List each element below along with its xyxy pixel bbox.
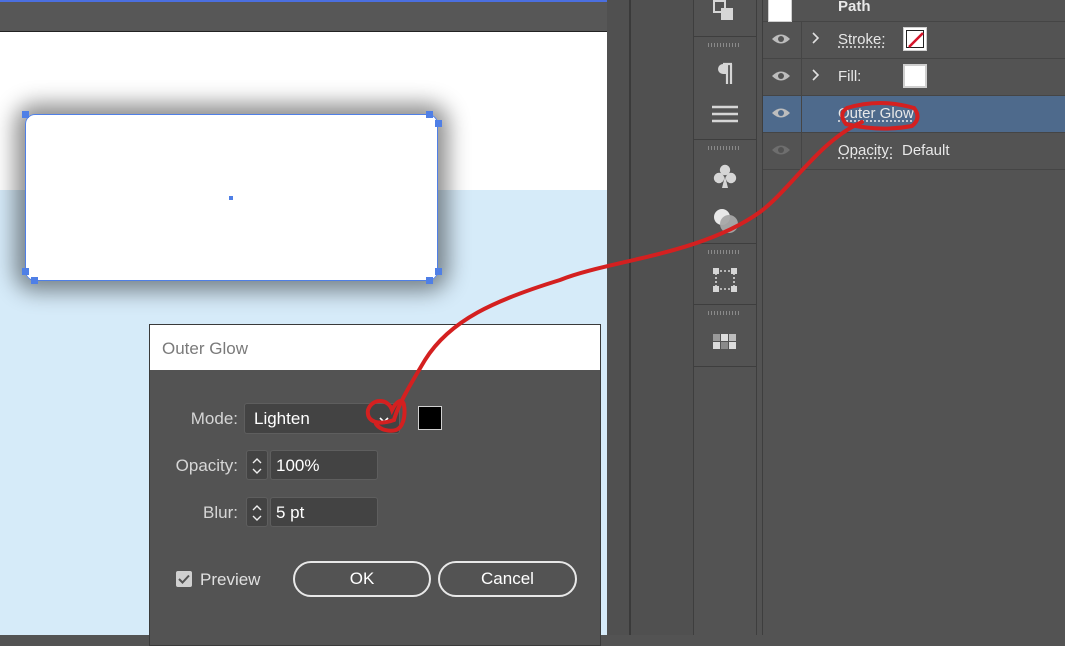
opacity-label: Opacity:	[175, 456, 238, 475]
fill-visibility-toggle[interactable]	[763, 59, 802, 95]
blur-stepper[interactable]	[246, 497, 268, 527]
mode-label: Mode:	[190, 409, 238, 428]
swatches-panel-button[interactable]	[694, 324, 756, 360]
appearance-row-fill[interactable]: Fill:	[763, 59, 1065, 96]
eye-icon	[772, 71, 790, 81]
eye-icon	[772, 145, 790, 155]
outer-glow-label[interactable]: Outer Glow	[838, 105, 914, 122]
blur-input-value: 5 pt	[276, 503, 305, 522]
panel-grip[interactable]	[708, 43, 740, 47]
toolstrip-divider	[694, 36, 756, 37]
stepper-arrows-icon	[252, 505, 262, 521]
canvas-top-bar	[0, 0, 607, 32]
selection-handle-bottom-right[interactable]	[435, 268, 442, 275]
transparency-panel-button[interactable]	[694, 202, 756, 238]
opacity-stepper[interactable]	[246, 450, 268, 480]
glow-color-swatch[interactable]	[418, 406, 442, 430]
canvas-accent-line	[0, 0, 607, 2]
toolstrip-divider	[694, 243, 756, 244]
transparency-icon	[714, 209, 738, 233]
mode-dropdown[interactable]: Lighten	[244, 403, 400, 434]
blur-input[interactable]: 5 pt	[270, 497, 378, 527]
preview-label[interactable]: Preview	[200, 570, 260, 590]
outer-glow-visibility-toggle[interactable]	[763, 96, 802, 132]
blur-label: Blur:	[203, 503, 238, 522]
transform-panel-button[interactable]	[694, 262, 756, 298]
mode-dropdown-value: Lighten	[254, 409, 310, 428]
align-icon	[712, 105, 738, 123]
checkmark-icon	[178, 574, 190, 584]
panel-icon-strip	[693, 0, 757, 635]
opacity-input-value: 100%	[276, 456, 320, 475]
selection-handle-bottom-left-inner[interactable]	[31, 277, 38, 284]
dock-divider[interactable]	[629, 0, 631, 635]
selection-handle-top-right[interactable]	[435, 120, 442, 127]
symbols-icon	[713, 164, 737, 188]
chevron-down-icon	[377, 412, 391, 432]
dialog-title-bar[interactable]: Outer Glow	[150, 325, 600, 370]
arrange-panel-button[interactable]	[694, 0, 756, 30]
appearance-row-path[interactable]: Path	[763, 0, 1065, 22]
selection-handle-bottom-right-inner[interactable]	[426, 277, 433, 284]
paragraph-panel-button[interactable]	[694, 56, 756, 92]
opacity-visibility-toggle[interactable]	[763, 133, 802, 169]
toolstrip-divider	[694, 304, 756, 305]
fill-color-swatch[interactable]	[903, 64, 927, 88]
eye-icon	[772, 108, 790, 118]
outer-glow-dialog: Outer Glow Mode: Lighten Opacity: 100% B…	[149, 324, 601, 646]
toolstrip-divider	[694, 366, 756, 367]
arrange-icon	[713, 0, 733, 20]
appearance-row-opacity[interactable]: Opacity: Default	[763, 133, 1065, 170]
selection-handle-top-left[interactable]	[22, 111, 29, 118]
panel-grip[interactable]	[708, 146, 740, 150]
appearance-row-outer-glow[interactable]: Outer Glow	[763, 96, 1065, 133]
cancel-button[interactable]: Cancel	[438, 561, 577, 597]
swatches-icon	[713, 334, 736, 349]
preview-checkbox[interactable]	[176, 571, 192, 587]
path-label: Path	[838, 0, 871, 15]
ok-button[interactable]: OK	[293, 561, 431, 597]
appearance-panel: Path Stroke: Fill: Outer Glow Opacity: D…	[762, 0, 1065, 635]
dialog-title: Outer Glow	[162, 339, 248, 358]
eye-icon	[772, 34, 790, 44]
panel-grip[interactable]	[708, 311, 740, 315]
selection-center-point	[229, 196, 233, 200]
selection-handle-top-right-inner[interactable]	[426, 111, 433, 118]
fill-label[interactable]: Fill:	[838, 68, 861, 85]
selection-handle-bottom-left[interactable]	[22, 268, 29, 275]
align-panel-button[interactable]	[694, 96, 756, 132]
toolstrip-divider	[694, 139, 756, 140]
appearance-row-stroke[interactable]: Stroke:	[763, 22, 1065, 59]
panel-dock-gutter	[607, 0, 693, 635]
transform-icon	[713, 268, 737, 292]
opacity-input[interactable]: 100%	[270, 450, 378, 480]
no-stroke-slash-icon	[908, 32, 924, 48]
stroke-color-swatch[interactable]	[903, 27, 927, 51]
panel-grip[interactable]	[708, 250, 740, 254]
opacity-value: Default	[902, 142, 950, 159]
chevron-right-icon[interactable]	[810, 68, 820, 87]
chevron-right-icon[interactable]	[810, 31, 820, 50]
stroke-label[interactable]: Stroke:	[838, 31, 886, 48]
symbols-panel-button[interactable]	[694, 158, 756, 194]
paragraph-icon	[718, 62, 733, 84]
path-thumbnail	[768, 0, 792, 22]
opacity-label[interactable]: Opacity:	[838, 142, 893, 159]
stepper-arrows-icon	[252, 458, 262, 474]
stroke-visibility-toggle[interactable]	[763, 22, 802, 58]
